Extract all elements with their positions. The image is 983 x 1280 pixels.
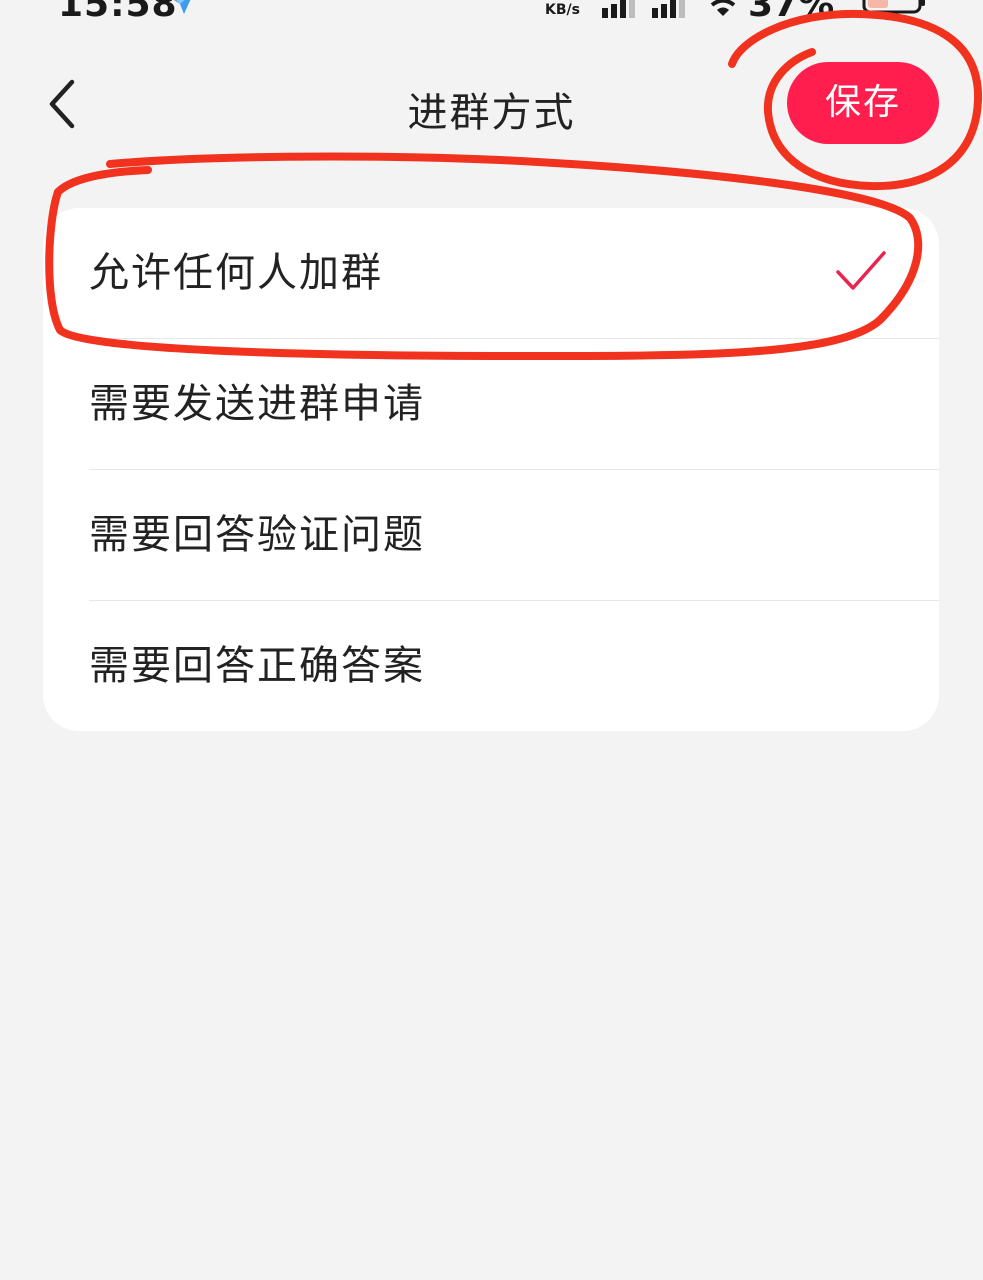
option-label: 需要回答正确答案 xyxy=(89,643,425,689)
network-speed: KB/s xyxy=(545,2,580,18)
status-bar: 15:58 KB/s 37% xyxy=(0,0,983,24)
option-label: 需要回答验证问题 xyxy=(89,512,425,558)
signal-icon xyxy=(602,0,635,18)
battery-percent: 37% xyxy=(748,0,835,24)
status-time: 15:58 xyxy=(58,0,178,24)
option-send-request[interactable]: 需要发送进群申请 xyxy=(43,339,939,470)
option-answer-question[interactable]: 需要回答验证问题 xyxy=(43,470,939,601)
app-notification-icon xyxy=(174,0,191,14)
checkmark-icon xyxy=(836,251,886,290)
join-method-options: 允许任何人加群 需要发送进群申请 需要回答验证问题 需要回答正确答案 xyxy=(43,208,939,731)
option-label: 需要发送进群申请 xyxy=(89,381,425,427)
option-correct-answer[interactable]: 需要回答正确答案 xyxy=(43,601,939,731)
option-label: 允许任何人加群 xyxy=(89,250,383,296)
save-button[interactable]: 保存 xyxy=(787,62,939,144)
option-allow-anyone[interactable]: 允许任何人加群 xyxy=(43,208,939,339)
battery-icon xyxy=(862,0,925,14)
signal-icon xyxy=(652,0,685,18)
wifi-icon xyxy=(710,0,736,16)
